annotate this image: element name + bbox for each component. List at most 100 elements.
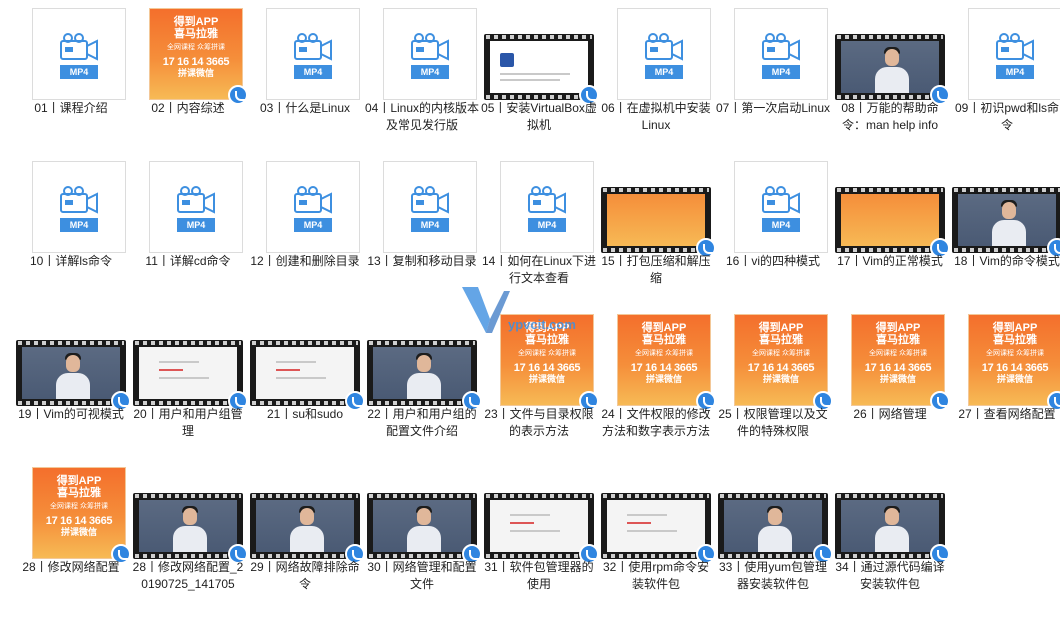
poster-line2: 喜马拉雅 xyxy=(525,334,569,346)
file-thumbnail[interactable]: MP4 xyxy=(16,0,126,100)
mp4-badge: MP4 xyxy=(996,65,1034,79)
file-thumbnail[interactable] xyxy=(835,0,950,105)
file-name: 31丨软件包管理器的使用 xyxy=(484,560,594,591)
poster-line3: 全网课程 众筹拼课 xyxy=(752,350,810,357)
file-thumbnail[interactable]: 得到APP 喜马拉雅 全网课程 众筹拼课 17 16 14 3665 拼课微信 xyxy=(835,306,950,411)
mp4-file-icon: MP4 xyxy=(266,8,360,100)
file-name: 11丨详解cd命令 xyxy=(145,254,231,268)
video-frame-presenter xyxy=(373,347,471,399)
file-name: 13丨复制和移动目录 xyxy=(367,254,477,268)
film-strip-thumbnail xyxy=(367,340,477,406)
video-camera-icon xyxy=(411,33,449,61)
file-name: 24丨文件权限的修改方法和数字表示方法 xyxy=(601,407,711,438)
poster-line5: 拼课微信 xyxy=(645,374,682,384)
video-camera-icon xyxy=(762,186,800,214)
video-frame-slide xyxy=(490,500,588,552)
file-thumbnail[interactable]: MP4 xyxy=(601,0,711,100)
file-name: 22丨用户和用户组的配置文件介绍 xyxy=(367,407,477,438)
file-name: 16丨vi的四种模式 xyxy=(725,254,820,268)
file-thumbnail[interactable] xyxy=(133,459,248,564)
file-thumbnail[interactable]: MP4 xyxy=(718,0,828,100)
file-thumbnail[interactable]: MP4 xyxy=(718,153,828,253)
mp4-file-icon: MP4 xyxy=(32,161,126,253)
file-thumbnail[interactable]: 得到APP 喜马拉雅 全网课程 众筹拼课 17 16 14 3665 拼课微信 xyxy=(601,306,716,411)
file-name: 23丨文件与目录权限的表示方法 xyxy=(484,407,594,438)
poster-line1: 得到APP xyxy=(56,475,102,487)
file-name: 34丨通过源代码编译安装软件包 xyxy=(835,560,945,591)
file-thumbnail[interactable]: MP4 xyxy=(133,153,243,253)
film-strip-thumbnail xyxy=(484,34,594,100)
file-thumbnail[interactable] xyxy=(367,459,482,564)
poster-line2: 喜马拉雅 xyxy=(993,334,1037,346)
file-name: 07丨第一次启动Linux xyxy=(715,101,831,115)
file-name: 06丨在虚拟机中安装Linux xyxy=(601,101,711,132)
file-thumbnail[interactable]: 得到APP 喜马拉雅 全网课程 众筹拼课 17 16 14 3665 拼课微信 xyxy=(133,0,248,105)
file-thumbnail[interactable]: MP4 xyxy=(952,0,1060,100)
file-thumbnail[interactable] xyxy=(952,153,1060,258)
file-thumbnail[interactable]: MP4 xyxy=(484,153,594,253)
video-frame-presenter xyxy=(841,41,939,93)
video-frame-presenter xyxy=(724,500,822,552)
poster-line5: 拼课微信 xyxy=(177,68,214,78)
file-thumbnail[interactable] xyxy=(16,306,131,411)
file-name: 30丨网络管理和配置文件 xyxy=(367,560,477,591)
mp4-badge: MP4 xyxy=(294,65,332,79)
mp4-badge: MP4 xyxy=(60,65,98,79)
file-name: 05丨安装VirtualBox虚拟机 xyxy=(481,101,597,132)
file-name: 02丨内容综述 xyxy=(151,101,225,115)
poster-line3: 全网课程 众筹拼课 xyxy=(518,350,576,357)
file-name: 27丨查看网络配置 xyxy=(958,407,1056,421)
video-frame-promo xyxy=(607,194,705,246)
poster-line3: 全网课程 众筹拼课 xyxy=(635,350,693,357)
poster-line2: 喜马拉雅 xyxy=(57,487,101,499)
file-thumbnail[interactable]: MP4 xyxy=(250,0,360,100)
file-thumbnail[interactable] xyxy=(484,459,599,564)
promo-poster-image: 得到APP 喜马拉雅 全网课程 众筹拼课 17 16 14 3665 拼课微信 xyxy=(968,314,1060,406)
poster-line3: 全网课程 众筹拼课 xyxy=(986,350,1044,357)
file-name: 12丨创建和删除目录 xyxy=(250,254,360,268)
mp4-file-icon: MP4 xyxy=(500,161,594,253)
video-camera-icon xyxy=(411,186,449,214)
file-thumbnail[interactable] xyxy=(835,459,950,564)
file-thumbnail[interactable] xyxy=(133,306,248,411)
video-camera-icon xyxy=(996,33,1034,61)
file-name: 32丨使用rpm命令安装软件包 xyxy=(602,560,709,591)
file-thumbnail[interactable] xyxy=(250,306,365,411)
film-strip-thumbnail xyxy=(484,493,594,559)
film-strip-thumbnail xyxy=(367,493,477,559)
file-thumbnail[interactable]: 得到APP 喜马拉雅 全网课程 众筹拼课 17 16 14 3665 拼课微信 xyxy=(952,306,1060,411)
file-thumbnail[interactable]: 得到APP 喜马拉雅 全网课程 众筹拼课 17 16 14 3665 拼课微信 xyxy=(718,306,833,411)
file-name: 28丨修改网络配置_20190725_141705 xyxy=(132,560,244,591)
file-thumbnail[interactable] xyxy=(601,153,716,258)
file-thumbnail[interactable]: MP4 xyxy=(250,153,360,253)
video-frame-presenter xyxy=(841,500,939,552)
file-thumbnail[interactable] xyxy=(718,459,833,564)
watermark-logo-icon xyxy=(462,287,510,333)
file-thumbnail[interactable] xyxy=(601,459,716,564)
file-thumbnail[interactable]: MP4 xyxy=(16,153,126,253)
film-strip-thumbnail xyxy=(835,187,945,253)
poster-line5: 拼课微信 xyxy=(762,374,799,384)
video-frame-presenter xyxy=(139,500,237,552)
file-name: 28丨修改网络配置 xyxy=(22,560,120,574)
video-camera-icon xyxy=(294,33,332,61)
file-thumbnail[interactable] xyxy=(835,153,950,258)
video-frame-presenter xyxy=(256,500,354,552)
film-strip-thumbnail xyxy=(601,493,711,559)
mp4-badge: MP4 xyxy=(411,65,449,79)
film-strip-thumbnail xyxy=(952,187,1060,253)
file-thumbnail[interactable]: MP4 xyxy=(367,0,477,100)
video-frame-presenter xyxy=(958,194,1056,246)
mp4-file-icon: MP4 xyxy=(617,8,711,100)
poster-line5: 拼课微信 xyxy=(60,527,97,537)
promo-poster-image: 得到APP 喜马拉雅 全网课程 众筹拼课 17 16 14 3665 拼课微信 xyxy=(32,467,126,559)
file-thumbnail[interactable] xyxy=(250,459,365,564)
file-thumbnail[interactable] xyxy=(484,0,599,105)
film-strip-thumbnail xyxy=(718,493,828,559)
mp4-badge: MP4 xyxy=(528,218,566,232)
video-frame-presenter xyxy=(373,500,471,552)
video-camera-icon xyxy=(60,33,98,61)
file-thumbnail[interactable]: 得到APP 喜马拉雅 全网课程 众筹拼课 17 16 14 3665 拼课微信 xyxy=(16,459,131,564)
file-thumbnail[interactable]: MP4 xyxy=(367,153,477,253)
film-strip-thumbnail xyxy=(835,34,945,100)
